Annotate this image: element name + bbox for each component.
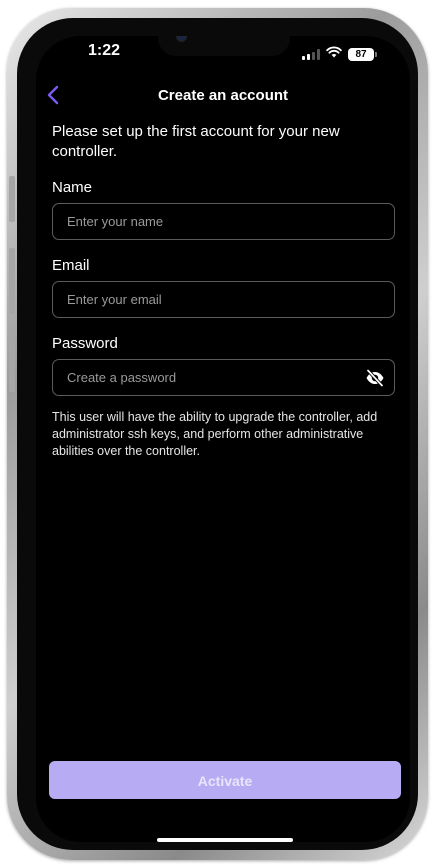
password-input[interactable] <box>53 360 394 395</box>
helper-text: This user will have the ability to upgra… <box>52 410 378 458</box>
intro-text: Please set up the first account for your… <box>52 123 340 160</box>
name-field-container <box>52 203 395 240</box>
status-icons: 87 <box>302 45 377 63</box>
eye-off-icon <box>366 368 384 388</box>
activate-button[interactable]: Activate <box>49 761 401 799</box>
email-field-container <box>52 281 395 318</box>
home-indicator[interactable] <box>157 838 293 842</box>
email-label: Email <box>52 257 90 274</box>
name-input[interactable] <box>53 204 394 239</box>
app-screen: 1:22 87 Create an account Please set up … <box>36 36 410 842</box>
toggle-password-visibility-button[interactable] <box>365 368 385 388</box>
wifi-icon <box>326 45 342 63</box>
volume-up-button <box>9 248 15 314</box>
password-label: Password <box>52 335 118 352</box>
signal-icon <box>302 48 320 60</box>
mute-switch <box>9 176 15 222</box>
page-title: Create an account <box>157 87 289 104</box>
status-time: 1:22 <box>88 42 121 59</box>
email-input[interactable] <box>53 282 394 317</box>
battery-icon: 87 <box>348 47 377 61</box>
name-label: Name <box>52 179 93 196</box>
volume-down-button <box>9 326 15 392</box>
password-field-container <box>52 359 395 396</box>
